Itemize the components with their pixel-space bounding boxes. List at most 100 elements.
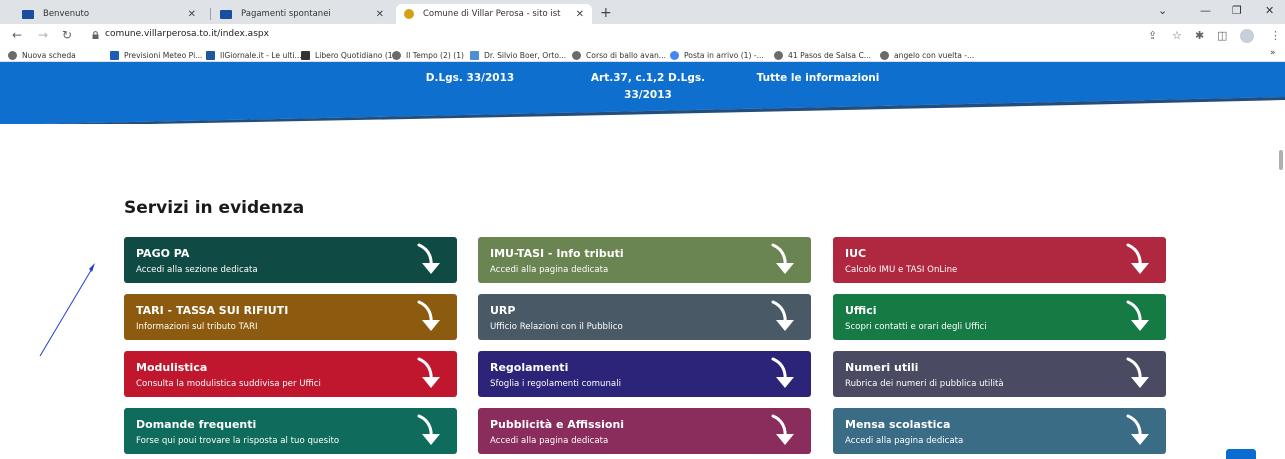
service-card-title: Domande frequenti [136, 418, 257, 431]
arrow-down-right-icon [417, 243, 440, 274]
site-favicon-icon [22, 9, 34, 19]
bookmark-item[interactable]: Libero Quotidiano (1) [301, 48, 396, 62]
service-card-subtitle: Sfoglia i regolamenti comunali [490, 379, 621, 389]
globe-icon [8, 50, 17, 60]
banner-link-tutte[interactable]: Tutte le informazioni [748, 70, 888, 87]
bookmark-item[interactable]: Dr. Silvio Boer, Orto... [470, 48, 566, 62]
address-bar[interactable]: comune.villarperosa.to.it/index.aspx [105, 29, 269, 39]
service-card[interactable]: PAGO PA Accedi alla sezione dedicata [124, 237, 457, 283]
globe-icon [880, 50, 889, 60]
bookmark-item[interactable]: Corso di ballo avan... [572, 48, 666, 62]
arrow-down-right-icon [771, 300, 794, 331]
site-favicon-icon [404, 9, 414, 19]
service-card-subtitle: Accedi alla pagina dedicata [490, 436, 609, 446]
reload-icon[interactable]: ↻ [62, 28, 72, 42]
arrow-down-right-icon [1126, 414, 1149, 445]
service-card-title: IMU-TASI - Info tributi [490, 247, 624, 260]
bookmark-item[interactable]: Posta in arrivo (1) -... [670, 48, 764, 62]
banner-link-dlgs[interactable]: D.Lgs. 33/2013 [410, 70, 530, 87]
service-card[interactable]: Regolamenti Sfoglia i regolamenti comunal… [478, 351, 811, 397]
section-title: Servizi in evidenza [124, 198, 305, 218]
bookmark-item[interactable]: Nuova scheda [8, 48, 76, 62]
close-icon[interactable]: ✕ [576, 9, 584, 20]
scrollbar-thumb[interactable] [1279, 150, 1283, 170]
meteo-icon [110, 50, 119, 60]
arrow-down-right-icon [1126, 300, 1149, 331]
forward-icon[interactable]: → [38, 28, 48, 42]
arrow-down-right-icon [771, 414, 794, 445]
arrow-down-right-icon [1126, 243, 1149, 274]
bookmark-item[interactable]: angelo con vuelta -... [880, 48, 974, 62]
service-card-title: TARI - TASSA SUI RIFIUTI [136, 304, 289, 317]
bookmark-item[interactable]: IlGiornale.it - Le ulti... [206, 48, 302, 62]
service-card[interactable]: Uffici Scopri contatti e orari degli Uffi… [833, 294, 1166, 340]
service-card[interactable]: Mensa scolastica Accedi alla pagina dedic… [833, 408, 1166, 454]
close-icon[interactable]: ✕ [188, 9, 196, 20]
service-card-subtitle: Ufficio Relazioni con il Pubblico [490, 322, 623, 332]
doctor-site-icon [470, 50, 479, 60]
tab-separator [210, 8, 211, 20]
service-card-subtitle: Accedi alla sezione dedicata [136, 265, 258, 275]
service-card-subtitle: Scopri contatti e orari degli Uffici [845, 322, 987, 332]
window-close-icon[interactable]: ✕ [1265, 4, 1274, 17]
google-icon [670, 50, 679, 60]
extensions-icon[interactable]: ✱ [1195, 29, 1204, 42]
service-card-subtitle: Informazioni sul tributo TARI [136, 322, 258, 332]
service-card[interactable]: Numeri utili Rubrica dei numeri di pubbli… [833, 351, 1166, 397]
tab-label: Pagamenti spontanei [241, 9, 331, 19]
service-card-title: Pubblicità e Affissioni [490, 418, 625, 431]
service-card-subtitle: Consulta la modulistica suddivisa per Uf… [136, 379, 321, 389]
service-card[interactable]: URP Ufficio Relazioni con il Pubblico [478, 294, 811, 340]
bookmark-item[interactable]: 41 Pasos de Salsa C... [774, 48, 871, 62]
site-favicon-icon [220, 9, 232, 19]
restore-icon[interactable]: ❐ [1232, 4, 1242, 17]
tab-villar-perosa[interactable]: Comune di Villar Perosa - sito ist ✕ [396, 4, 592, 24]
arrow-down-right-icon [417, 300, 440, 331]
service-card[interactable]: TARI - TASSA SUI RIFIUTI Informazioni sul… [124, 294, 457, 340]
service-card-title: Numeri utili [845, 361, 919, 374]
tab-search-icon[interactable]: ⌄ [1158, 4, 1167, 17]
banner-link-art37[interactable]: Art.37, c.1,2 D.Lgs. 33/2013 [578, 70, 718, 104]
new-tab-icon[interactable]: + [600, 5, 612, 21]
service-card-subtitle: Calcolo IMU e TASI OnLine [845, 265, 958, 275]
ilgiornale-icon [206, 50, 215, 60]
side-panel-icon[interactable]: ◫ [1217, 29, 1227, 42]
arrow-down-right-icon [771, 243, 794, 274]
globe-icon [572, 50, 581, 60]
browser-window: { "browser": { "tabs": [ {"label": "Benv… [0, 0, 1285, 459]
bookmark-star-icon[interactable]: ☆ [1172, 29, 1182, 42]
bookmark-item[interactable]: Il Tempo (2) (1) [392, 48, 464, 62]
banner-link-line: 33/2013 [624, 89, 672, 101]
service-card[interactable]: Domande frequenti Forse qui poui trovare … [124, 408, 457, 454]
service-card-title: URP [490, 304, 516, 317]
service-card[interactable]: IMU-TASI - Info tributi Accedi alla pagin… [478, 237, 811, 283]
menu-icon[interactable]: ⋮ [1270, 29, 1281, 42]
service-card[interactable]: Modulistica Consulta la modulistica suddi… [124, 351, 457, 397]
close-icon[interactable]: ✕ [376, 9, 384, 20]
back-icon[interactable]: ← [12, 28, 22, 42]
globe-icon [392, 50, 401, 60]
minimize-icon[interactable]: — [1200, 4, 1211, 17]
lock-icon [92, 31, 99, 39]
tab-label: Comune di Villar Perosa - sito ist [423, 9, 561, 19]
libero-icon [301, 50, 310, 60]
back-to-top-button[interactable] [1226, 449, 1256, 459]
share-icon[interactable]: ⇪ [1148, 29, 1157, 42]
service-card-title: Mensa scolastica [845, 418, 951, 431]
service-card-subtitle: Accedi alla pagina dedicata [845, 436, 964, 446]
service-card[interactable]: IUC Calcolo IMU e TASI OnLine [833, 237, 1166, 283]
more-bookmarks-icon[interactable]: » [1270, 48, 1276, 58]
service-card-title: Modulistica [136, 361, 208, 374]
tab-benvenuto[interactable]: Benvenuto ✕ [14, 4, 204, 24]
browser-toolbar: ← → ↻ comune.villarperosa.to.it/index.as… [0, 24, 1285, 48]
profile-avatar[interactable] [1240, 29, 1254, 43]
service-card-subtitle: Rubrica dei numeri di pubblica utilità [845, 379, 1004, 389]
service-card-title: Uffici [845, 304, 877, 317]
tab-pagamenti[interactable]: Pagamenti spontanei ✕ [212, 4, 392, 24]
tab-label: Benvenuto [43, 9, 90, 19]
bookmarks-bar: Nuova scheda Previsioni Meteo Pi... IlGi… [0, 48, 1285, 62]
arrow-down-right-icon [771, 357, 794, 388]
banner-link-line: Art.37, c.1,2 D.Lgs. [590, 72, 706, 84]
bookmark-item[interactable]: Previsioni Meteo Pi... [110, 48, 202, 62]
service-card[interactable]: Pubblicità e Affissioni Accedi alla pagin… [478, 408, 811, 454]
